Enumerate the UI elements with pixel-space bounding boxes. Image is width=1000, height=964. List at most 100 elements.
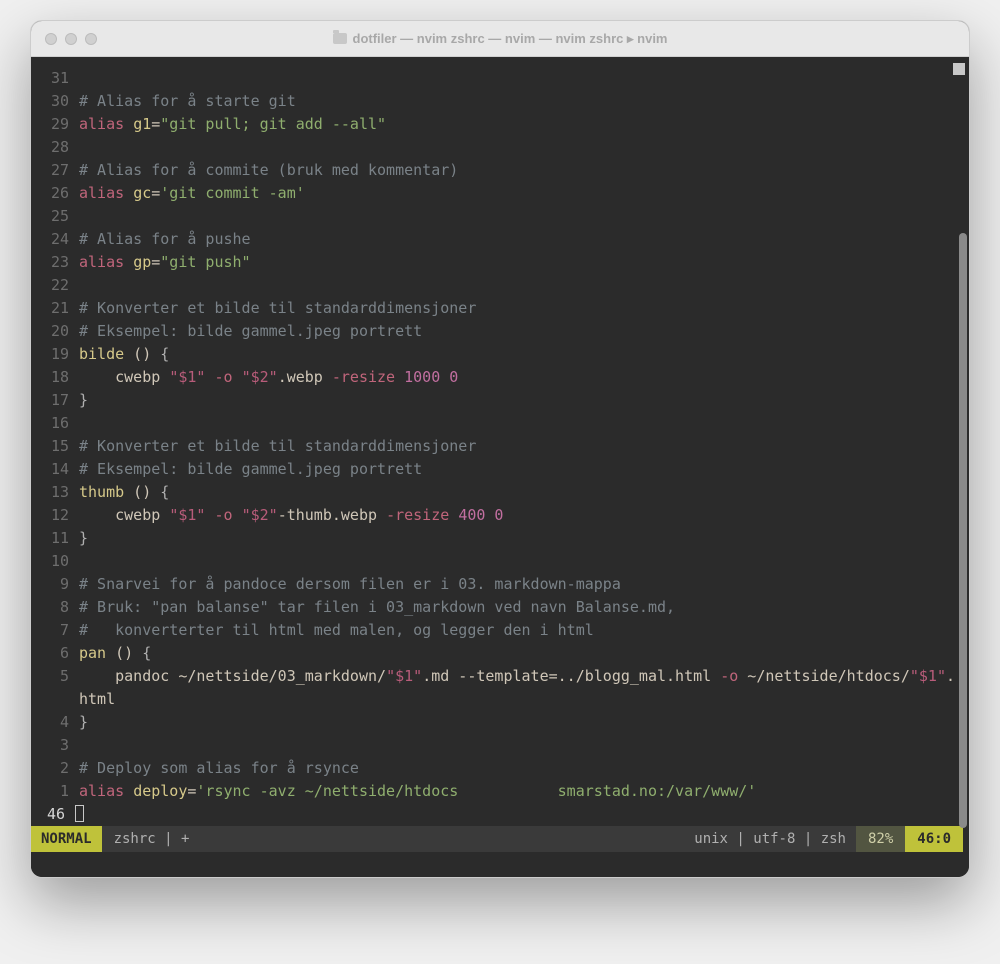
code-line[interactable]: 16 <box>35 412 963 435</box>
line-number: 4 <box>35 711 79 734</box>
line-number: 16 <box>35 412 79 435</box>
line-content[interactable]: cwebp "$1" -o "$2"-thumb.webp -resize 40… <box>79 504 963 527</box>
code-line[interactable]: 18 cwebp "$1" -o "$2".webp -resize 1000 … <box>35 366 963 389</box>
line-number: 29 <box>35 113 79 136</box>
code-line[interactable]: 13thumb () { <box>35 481 963 504</box>
code-line[interactable]: 12 cwebp "$1" -o "$2"-thumb.webp -resize… <box>35 504 963 527</box>
code-lines[interactable]: 3130# Alias for å starte git29alias g1="… <box>31 67 963 803</box>
traffic-lights <box>45 33 97 45</box>
line-content[interactable] <box>79 734 963 757</box>
line-content[interactable]: bilde () { <box>79 343 963 366</box>
line-content[interactable] <box>79 136 963 159</box>
line-content[interactable]: alias g1="git pull; git add --all" <box>79 113 963 136</box>
line-number: 14 <box>35 458 79 481</box>
line-content[interactable] <box>79 550 963 573</box>
line-number: 18 <box>35 366 79 389</box>
code-line[interactable]: 5 pandoc ~/nettside/03_markdown/"$1".md … <box>35 665 963 711</box>
line-number: 9 <box>35 573 79 596</box>
line-content[interactable]: # Snarvei for å pandoce dersom filen er … <box>79 573 963 596</box>
cursor <box>75 805 84 822</box>
line-number: 24 <box>35 228 79 251</box>
scrollbar-thumb[interactable] <box>959 233 967 827</box>
code-line[interactable]: 6pan () { <box>35 642 963 665</box>
statusline: NORMAL zshrc | + unix | utf-8 | zsh 82% … <box>31 826 963 852</box>
line-number: 20 <box>35 320 79 343</box>
line-number: 11 <box>35 527 79 550</box>
scrollbar[interactable] <box>957 81 967 843</box>
code-line[interactable]: 15# Konverter et bilde til standarddimen… <box>35 435 963 458</box>
code-line[interactable]: 1alias deploy='rsync -avz ~/nettside/htd… <box>35 780 963 803</box>
code-line[interactable]: 30# Alias for å starte git <box>35 90 963 113</box>
code-line[interactable]: 20# Eksempel: bilde gammel.jpeg portrett <box>35 320 963 343</box>
zoom-window-button[interactable] <box>85 33 97 45</box>
line-content[interactable]: cwebp "$1" -o "$2".webp -resize 1000 0 <box>79 366 963 389</box>
line-number: 23 <box>35 251 79 274</box>
code-line[interactable]: 10 <box>35 550 963 573</box>
line-content[interactable]: # Alias for å pushe <box>79 228 963 251</box>
code-line[interactable]: 2# Deploy som alias for å rsynce <box>35 757 963 780</box>
line-content[interactable] <box>79 67 963 90</box>
code-line[interactable]: 22 <box>35 274 963 297</box>
line-content[interactable]: } <box>79 711 963 734</box>
line-content[interactable]: } <box>79 389 963 412</box>
code-line[interactable]: 11} <box>35 527 963 550</box>
line-number: 10 <box>35 550 79 573</box>
code-line[interactable]: 4} <box>35 711 963 734</box>
line-number-current: 46 <box>31 803 75 826</box>
line-content[interactable]: pandoc ~/nettside/03_markdown/"$1".md --… <box>79 665 963 711</box>
line-number: 13 <box>35 481 79 504</box>
line-number: 3 <box>35 734 79 757</box>
line-content[interactable] <box>79 412 963 435</box>
code-line[interactable]: 29alias g1="git pull; git add --all" <box>35 113 963 136</box>
code-line[interactable]: 26alias gc='git commit -am' <box>35 182 963 205</box>
line-number: 19 <box>35 343 79 366</box>
line-number: 7 <box>35 619 79 642</box>
code-line[interactable]: 9# Snarvei for å pandoce dersom filen er… <box>35 573 963 596</box>
editor-area[interactable]: 3130# Alias for å starte git29alias g1="… <box>31 57 969 877</box>
minimize-window-button[interactable] <box>65 33 77 45</box>
line-content[interactable] <box>79 205 963 228</box>
close-window-button[interactable] <box>45 33 57 45</box>
line-content[interactable]: # Konverter et bilde til standarddimensj… <box>79 435 963 458</box>
code-line[interactable]: 14# Eksempel: bilde gammel.jpeg portrett <box>35 458 963 481</box>
cursor-position-indicator: 46:0 <box>905 826 963 852</box>
line-number: 2 <box>35 757 79 780</box>
code-line[interactable]: 21# Konverter et bilde til standarddimen… <box>35 297 963 320</box>
line-content[interactable]: alias gc='git commit -am' <box>79 182 963 205</box>
code-line[interactable]: 8# Bruk: "pan balanse" tar filen i 03_ma… <box>35 596 963 619</box>
line-content[interactable]: } <box>79 527 963 550</box>
code-line[interactable]: 3 <box>35 734 963 757</box>
line-content[interactable]: thumb () { <box>79 481 963 504</box>
code-line[interactable]: 25 <box>35 205 963 228</box>
code-line[interactable]: 27# Alias for å commite (bruk med kommen… <box>35 159 963 182</box>
file-name-indicator: zshrc | + <box>102 828 202 851</box>
code-line[interactable]: 28 <box>35 136 963 159</box>
file-info-indicator: unix | utf-8 | zsh <box>684 828 856 851</box>
line-number: 27 <box>35 159 79 182</box>
code-line[interactable]: 19bilde () { <box>35 343 963 366</box>
cursor-line[interactable]: 46 <box>31 803 963 826</box>
line-content[interactable]: # Bruk: "pan balanse" tar filen i 03_mar… <box>79 596 963 619</box>
window-title: dotfiler — nvim zshrc — nvim — nvim zshr… <box>353 31 668 47</box>
line-content[interactable]: # Eksempel: bilde gammel.jpeg portrett <box>79 320 963 343</box>
line-content[interactable]: pan () { <box>79 642 963 665</box>
code-line[interactable]: 31 <box>35 67 963 90</box>
line-number: 22 <box>35 274 79 297</box>
titlebar: dotfiler — nvim zshrc — nvim — nvim zshr… <box>31 21 969 57</box>
code-line[interactable]: 23alias gp="git push" <box>35 251 963 274</box>
line-number: 8 <box>35 596 79 619</box>
line-content[interactable]: alias gp="git push" <box>79 251 963 274</box>
code-line[interactable]: 24# Alias for å pushe <box>35 228 963 251</box>
line-number: 28 <box>35 136 79 159</box>
code-line[interactable]: 7# konverterter til html med malen, og l… <box>35 619 963 642</box>
line-content[interactable]: # Alias for å commite (bruk med kommenta… <box>79 159 963 182</box>
line-content[interactable]: # Alias for å starte git <box>79 90 963 113</box>
line-content[interactable]: alias deploy='rsync -avz ~/nettside/htdo… <box>79 780 963 803</box>
line-content[interactable] <box>79 274 963 297</box>
line-content[interactable]: # konverterter til html med malen, og le… <box>79 619 963 642</box>
line-content[interactable]: # Konverter et bilde til standarddimensj… <box>79 297 963 320</box>
line-content[interactable]: # Eksempel: bilde gammel.jpeg portrett <box>79 458 963 481</box>
line-content[interactable]: # Deploy som alias for å rsynce <box>79 757 963 780</box>
code-line[interactable]: 17} <box>35 389 963 412</box>
scroll-top-indicator-icon <box>953 63 965 75</box>
